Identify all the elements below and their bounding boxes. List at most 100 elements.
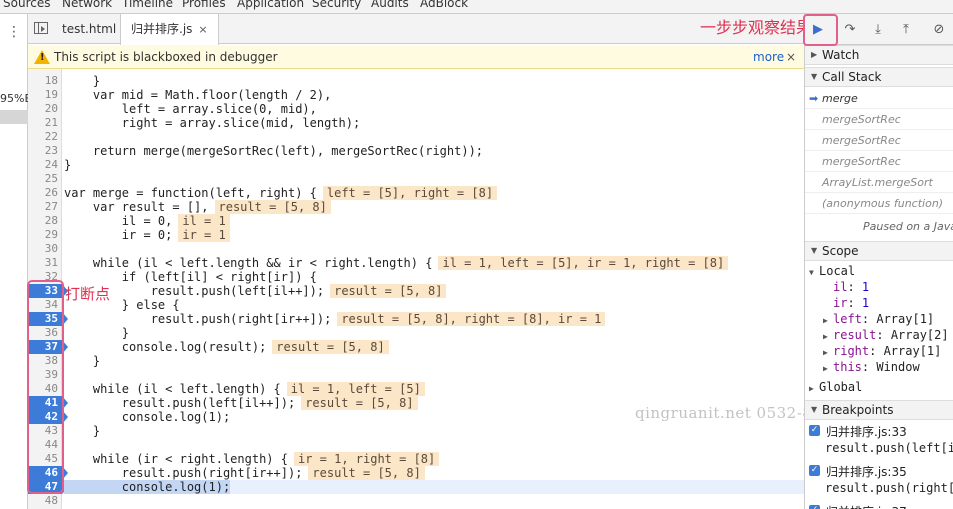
code-line[interactable]: 19 var mid = Math.floor(length / 2), <box>28 88 804 102</box>
code-line[interactable]: 28 il = 0, il = 1 <box>28 214 804 228</box>
scope-global[interactable]: ▶ Global <box>805 379 953 395</box>
code-line[interactable]: 31 while (il < left.length && ir < right… <box>28 256 804 270</box>
line-number[interactable]: 20 <box>28 102 62 116</box>
breakpoint-checkbox[interactable]: ✓ <box>809 425 820 436</box>
scope-variable[interactable]: ir: 1 <box>805 295 953 311</box>
tab-test-html[interactable]: test.html <box>52 14 126 44</box>
scope-local[interactable]: ▼ Local <box>805 263 953 279</box>
code-line[interactable]: 40 while (il < left.length) {il = 1, lef… <box>28 382 804 396</box>
more-options-icon[interactable]: ⋮ <box>7 24 21 40</box>
close-tab-icon[interactable]: × <box>198 23 207 36</box>
menu-item[interactable]: Sources <box>3 0 50 9</box>
menu-item[interactable]: Network <box>62 0 112 9</box>
breakpoint-item[interactable]: ✓ 归并排序.js:33 <box>805 423 953 441</box>
menu-item[interactable]: Audits <box>371 0 409 9</box>
call-stack-frame[interactable]: mergeSortRec <box>805 130 953 151</box>
code-line[interactable]: 18 } <box>28 74 804 88</box>
code-line[interactable]: 38 } <box>28 354 804 368</box>
line-number[interactable]: 18 <box>28 74 62 88</box>
inline-variable-value: result = [5, 8] <box>272 340 389 354</box>
separator: : <box>861 360 877 374</box>
code-line[interactable]: 21 right = array.slice(mid, length); <box>28 116 804 130</box>
code-line[interactable]: 22 <box>28 130 804 144</box>
code-line[interactable]: 25 <box>28 172 804 186</box>
code-line[interactable]: 23 return merge(mergeSortRec(left), merg… <box>28 144 804 158</box>
call-stack-frame[interactable]: ArrayList.mergeSort <box>805 172 953 193</box>
scope-section-header[interactable]: ▼ Scope <box>805 241 953 261</box>
section-label: Breakpoints <box>822 403 894 417</box>
code-line[interactable]: 48 <box>28 494 804 508</box>
line-number[interactable]: 26 <box>28 186 62 200</box>
step-over-icon[interactable]: ↷ <box>841 21 859 39</box>
debugger-sidebar: ▶ ↷ ⤓ ⤒ ⊘ ▶ Watch ▼ Call Stack ➡ merge merge… <box>804 14 953 509</box>
scope-variable[interactable]: ▶ this: Window <box>805 359 953 375</box>
call-stack-frame[interactable]: mergeSortRec <box>805 151 953 172</box>
code-line[interactable]: 37 console.log(result); result = [5, 8] <box>28 340 804 354</box>
call-stack-frame[interactable]: mergeSortRec <box>805 109 953 130</box>
breakpoint-checkbox[interactable]: ✓ <box>809 465 820 476</box>
menu-item[interactable]: Profiles <box>182 0 226 9</box>
breakpoint-item[interactable]: ✓ 归并排序.js:37 <box>805 503 953 509</box>
step-into-icon[interactable]: ⤓ <box>869 21 887 39</box>
line-number[interactable]: 48 <box>28 494 62 508</box>
scope-variable[interactable]: ▶ result: Array[2] <box>805 327 953 343</box>
banner-more-link[interactable]: more <box>753 45 784 69</box>
line-number[interactable]: 31 <box>28 256 62 270</box>
line-number[interactable]: 21 <box>28 116 62 130</box>
tab-merge-sort-js[interactable]: 归并排序.js × <box>120 14 219 45</box>
code-line[interactable]: 33 result.push(left[il++]); result = [5, … <box>28 284 804 298</box>
code-line[interactable]: 26 var merge = function(left, right) {lef… <box>28 186 804 200</box>
code-line[interactable]: 36 } <box>28 326 804 340</box>
code-line[interactable]: 46 result.push(right[ir++]); result = [5,… <box>28 466 804 480</box>
call-stack-frame[interactable]: (anonymous function) <box>805 193 953 214</box>
line-number[interactable]: 25 <box>28 172 62 186</box>
code-source: return merge(mergeSortRec(left), mergeSo… <box>64 144 484 158</box>
code-line[interactable]: 43 } <box>28 424 804 438</box>
variable-name: this <box>833 360 862 374</box>
code-line[interactable]: 20 left = array.slice(0, mid), <box>28 102 804 116</box>
line-number[interactable]: 28 <box>28 214 62 228</box>
line-number[interactable]: 30 <box>28 242 62 256</box>
menu-item[interactable]: Security <box>312 0 361 9</box>
code-line[interactable]: 24} <box>28 158 804 172</box>
line-number[interactable]: 19 <box>28 88 62 102</box>
code-editor[interactable]: 18 } 19 var mid = Math.floor(length / 2),… <box>28 69 804 509</box>
line-number[interactable]: 27 <box>28 200 62 214</box>
code-source: right = array.slice(mid, length); <box>64 116 361 130</box>
menu-item[interactable]: Application <box>237 0 304 9</box>
code-line[interactable]: 35 result.push(right[ir++]); result = [5,… <box>28 312 804 326</box>
code-line[interactable]: 39 <box>28 368 804 382</box>
scope-variable[interactable]: ▶ left: Array[1] <box>805 311 953 327</box>
breakpoint-code[interactable]: result.push(left[il <box>805 441 953 459</box>
code-line[interactable]: 27 var result = [], result = [5, 8] <box>28 200 804 214</box>
code-line[interactable]: 45 while (ir < right.length) {ir = 1, ri… <box>28 452 804 466</box>
call-stack-frame[interactable]: ➡ merge <box>805 88 953 109</box>
deactivate-breakpoints-icon[interactable]: ⊘ <box>930 21 948 39</box>
breakpoint-item[interactable]: ✓ 归并排序.js:35 <box>805 463 953 481</box>
line-number[interactable]: 23 <box>28 144 62 158</box>
navigator-selected-item[interactable] <box>0 110 28 124</box>
scope-variable[interactable]: ▶ right: Array[1] <box>805 343 953 359</box>
line-number[interactable]: 24 <box>28 158 62 172</box>
code-line[interactable]: 30 <box>28 242 804 256</box>
line-number[interactable]: 22 <box>28 130 62 144</box>
step-out-icon[interactable]: ⤒ <box>897 21 915 39</box>
watch-section-header[interactable]: ▶ Watch <box>805 45 953 65</box>
breakpoint-code[interactable]: result.push(right[ <box>805 481 953 499</box>
banner-close-icon[interactable]: × <box>786 45 796 69</box>
code-line[interactable]: 34 } else { <box>28 298 804 312</box>
menu-item[interactable]: AdBlock <box>420 0 468 9</box>
code-line[interactable]: 29 ir = 0; ir = 1 <box>28 228 804 242</box>
breakpoint-checkbox[interactable]: ✓ <box>809 505 820 509</box>
scope-variable[interactable]: il: 1 <box>805 279 953 295</box>
code-line[interactable]: 32 if (left[il] < right[ir]) { <box>28 270 804 284</box>
code-line[interactable]: 47 console.log(1); <box>28 480 804 494</box>
call-stack-section-header[interactable]: ▼ Call Stack <box>805 67 953 87</box>
toggle-navigator-icon[interactable] <box>34 22 48 34</box>
code-line[interactable]: 44 <box>28 438 804 452</box>
breakpoints-section-header[interactable]: ▼ Breakpoints <box>805 400 953 420</box>
inline-variable-value: il = 1, left = [5] <box>286 382 425 396</box>
line-number[interactable]: 29 <box>28 228 62 242</box>
navigator-panel: ⋮ 95%E <box>0 14 28 509</box>
menu-item[interactable]: Timeline <box>122 0 173 9</box>
